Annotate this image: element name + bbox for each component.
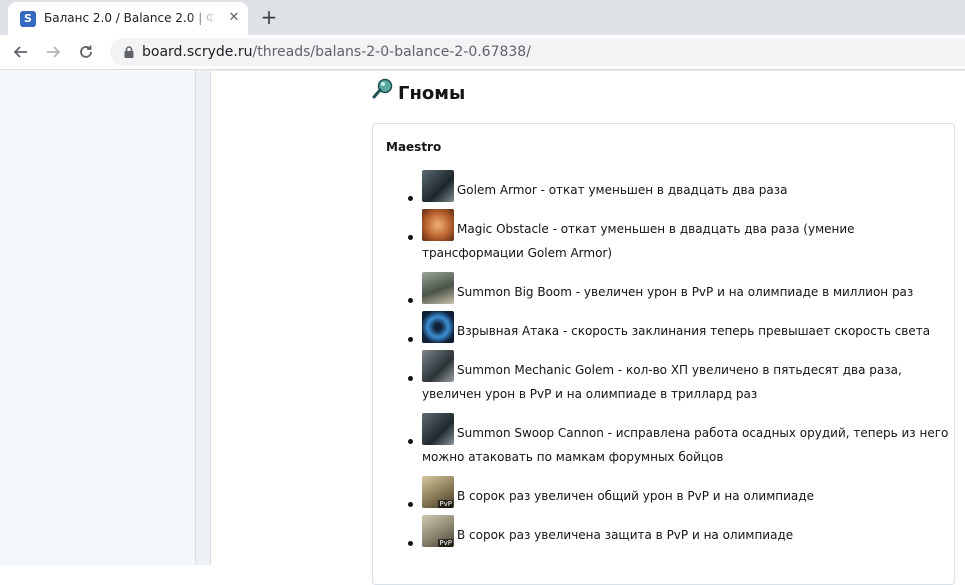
browser-toolbar: board.scryde.ru/threads/balans-2-0-balan… bbox=[0, 35, 965, 70]
tab-title-fade bbox=[188, 8, 216, 28]
left-sidebar bbox=[0, 70, 195, 565]
new-tab-plus-icon[interactable]: + bbox=[258, 6, 280, 28]
summon-swoop-cannon-icon bbox=[422, 413, 454, 445]
tab-strip: S Баланс 2.0 / Balance 2.0 | Форум ✕ + bbox=[0, 0, 965, 35]
bullet bbox=[408, 439, 413, 444]
golem-armor-icon bbox=[422, 170, 454, 202]
site-favicon-icon: S bbox=[20, 11, 36, 27]
list-item: Summon Big Boom - увеличен урон в PvP и … bbox=[408, 272, 952, 304]
address-bar[interactable]: board.scryde.ru/threads/balans-2-0-balan… bbox=[110, 38, 965, 66]
url-text: board.scryde.ru/threads/balans-2-0-balan… bbox=[142, 44, 531, 60]
skill-text: Magic Obstacle - откат уменьшен в двадца… bbox=[422, 222, 855, 260]
summon-mechanic-golem-icon bbox=[422, 350, 454, 382]
blast-attack-icon bbox=[422, 311, 454, 343]
pvp-badge: PvP bbox=[438, 500, 453, 508]
skill-text: Summon Mechanic Golem - кол-во ХП увелич… bbox=[422, 363, 902, 401]
pvp-defense-icon: PvP bbox=[422, 515, 454, 547]
list-item: PvP В сорок раз увеличена защита в PvP и … bbox=[408, 515, 952, 547]
list-item: PvP В сорок раз увеличен общий урон в PvP… bbox=[408, 476, 952, 508]
close-icon[interactable]: ✕ bbox=[226, 10, 242, 26]
skill-text: В сорок раз увеличена защита в PvP и на … bbox=[457, 528, 794, 542]
section-title: Гномы bbox=[398, 83, 466, 104]
class-name: Maestro bbox=[386, 140, 442, 154]
list-item: Golem Armor - откат уменьшен в двадцать … bbox=[408, 170, 952, 202]
bullet bbox=[408, 541, 413, 546]
sidebar-border bbox=[195, 70, 211, 565]
back-arrow-icon[interactable] bbox=[10, 41, 32, 63]
url-host: board.scryde.ru bbox=[142, 44, 253, 60]
dwarf-race-icon bbox=[372, 78, 393, 99]
content-top-divider bbox=[210, 70, 965, 71]
bullet bbox=[408, 337, 413, 342]
browser-tab[interactable]: S Баланс 2.0 / Balance 2.0 | Форум ✕ bbox=[8, 2, 248, 35]
list-item: Magic Obstacle - откат уменьшен в двадца… bbox=[408, 209, 952, 265]
skill-text: Взрывная Атака - скорость заклинания теп… bbox=[457, 324, 931, 338]
url-path: /threads/balans-2-0-balance-2-0.67838/ bbox=[252, 44, 531, 60]
skill-text: Golem Armor - откат уменьшен в двадцать … bbox=[457, 183, 788, 197]
bullet bbox=[408, 196, 413, 201]
skill-text: Summon Big Boom - увеличен урон в PvP и … bbox=[457, 285, 914, 299]
list-item: Взрывная Атака - скорость заклинания теп… bbox=[408, 311, 952, 343]
bullet bbox=[408, 235, 413, 240]
bullet bbox=[408, 502, 413, 507]
summon-big-boom-icon bbox=[422, 272, 454, 304]
class-card: Maestro Golem Armor - откат уменьшен в д… bbox=[372, 123, 955, 585]
forward-arrow-icon[interactable] bbox=[42, 41, 64, 63]
bullet bbox=[408, 376, 413, 381]
list-item: Summon Mechanic Golem - кол-во ХП увелич… bbox=[408, 350, 952, 406]
list-item: Summon Swoop Cannon - исправлена работа … bbox=[408, 413, 952, 469]
bullet bbox=[408, 298, 413, 303]
skill-text: В сорок раз увеличен общий урон в PvP и … bbox=[457, 489, 814, 503]
lock-icon bbox=[124, 46, 134, 58]
pvp-badge: PvP bbox=[438, 539, 453, 547]
magic-obstacle-icon bbox=[422, 209, 454, 241]
reload-icon[interactable] bbox=[75, 41, 97, 63]
skill-text: Summon Swoop Cannon - исправлена работа … bbox=[422, 426, 949, 464]
pvp-damage-icon: PvP bbox=[422, 476, 454, 508]
